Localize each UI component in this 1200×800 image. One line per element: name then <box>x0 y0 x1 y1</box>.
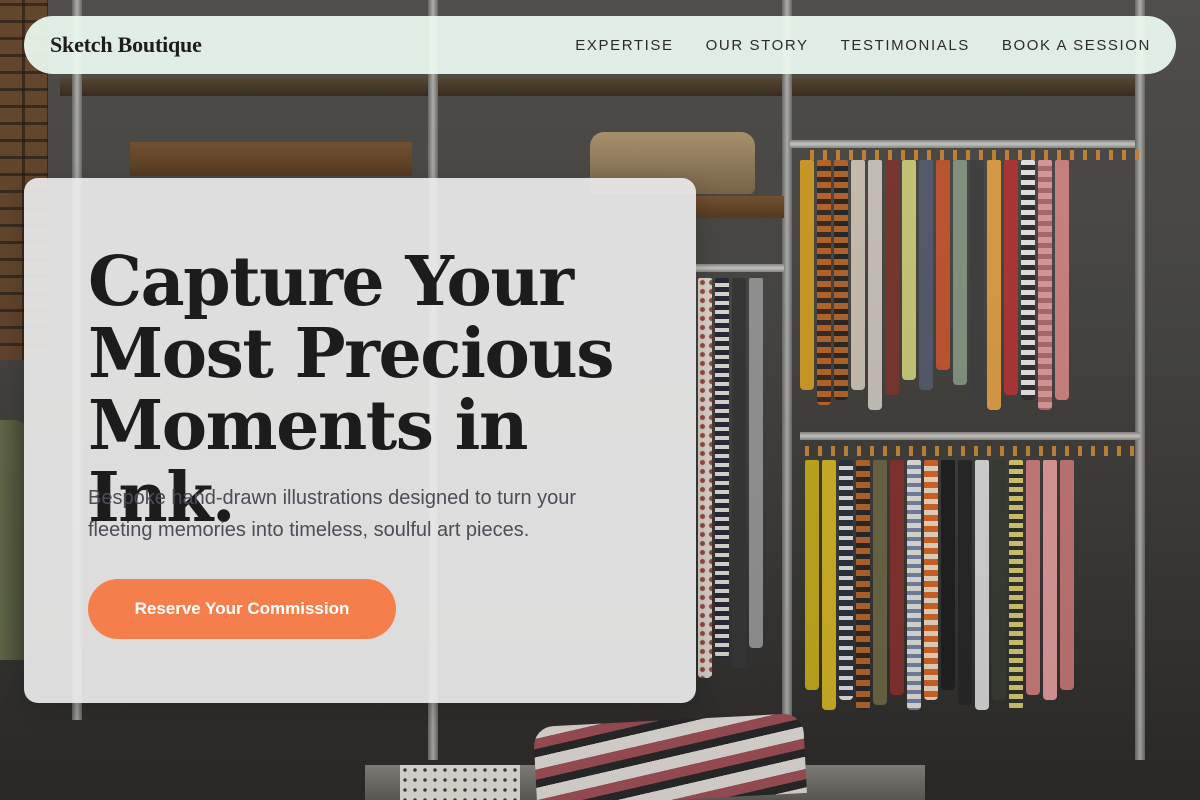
hero-subtitle-line: Bespoke hand-drawn illustrations designe… <box>88 487 577 509</box>
top-navbar: Sketch Boutique EXPERTISE OUR STORY TEST… <box>24 16 1176 74</box>
brand-logo[interactable]: Sketch Boutique <box>50 32 202 58</box>
reserve-commission-button[interactable]: Reserve Your Commission <box>88 579 396 639</box>
nav-link-testimonials[interactable]: TESTIMONIALS <box>841 37 970 54</box>
nav-link-book-a-session[interactable]: BOOK A SESSION <box>1002 37 1151 54</box>
hero-subtitle-line: fleeting memories into timeless, soulful… <box>88 519 530 541</box>
hero-title-line: Capture Your <box>88 242 574 322</box>
nav-link-our-story[interactable]: OUR STORY <box>706 37 809 54</box>
hero-card: Capture Your Most Precious Moments in In… <box>24 178 696 703</box>
nav-link-expertise[interactable]: EXPERTISE <box>575 37 673 54</box>
hero-title-line: Most Precious <box>88 314 615 394</box>
main-nav: EXPERTISE OUR STORY TESTIMONIALS BOOK A … <box>575 37 1151 54</box>
hero-subtitle: Bespoke hand-drawn illustrations designe… <box>88 482 648 546</box>
